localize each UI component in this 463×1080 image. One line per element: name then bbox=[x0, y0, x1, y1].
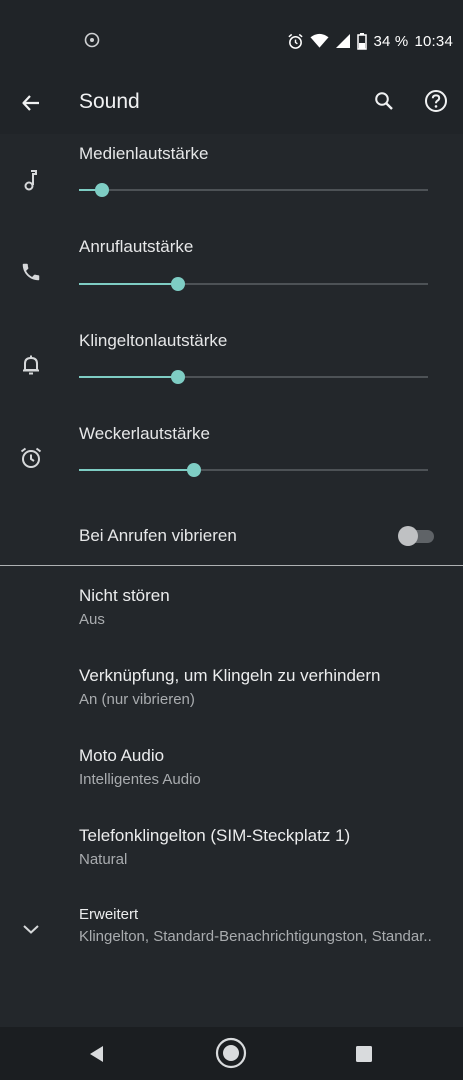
section-divider bbox=[0, 565, 463, 566]
clock: 10:34 bbox=[414, 32, 453, 50]
nav-home-icon[interactable] bbox=[215, 1037, 247, 1069]
alarm-volume-slider[interactable] bbox=[79, 463, 428, 477]
slider-fill bbox=[79, 376, 179, 378]
music-note-icon bbox=[18, 167, 44, 193]
advanced-item[interactable]: Erweitert Klingelton, Standard-Benachric… bbox=[0, 906, 463, 976]
item-title: Moto Audio bbox=[79, 746, 165, 765]
prevent-ringing-shortcut-item[interactable]: Verknüpfung, um Klingeln zu verhindern A… bbox=[0, 666, 463, 736]
item-title: Verknüpfung, um Klingeln zu verhindern bbox=[79, 666, 381, 685]
slider-track bbox=[79, 189, 428, 191]
sync-circle-icon bbox=[84, 32, 100, 48]
slider-thumb[interactable] bbox=[171, 277, 186, 291]
help-icon bbox=[425, 90, 447, 112]
slider-thumb[interactable] bbox=[94, 183, 109, 197]
moto-audio-item[interactable]: Moto Audio Intelligentes Audio bbox=[0, 746, 463, 816]
call-volume-slider[interactable] bbox=[79, 277, 428, 291]
item-subtitle: Intelligentes Audio bbox=[79, 771, 201, 788]
vibrate-on-calls-row[interactable]: Bei Anrufen vibrieren bbox=[0, 510, 463, 562]
help-button[interactable] bbox=[422, 87, 450, 115]
item-title: Nicht stören bbox=[79, 586, 170, 605]
search-icon bbox=[375, 92, 393, 110]
media-volume-slider[interactable] bbox=[79, 183, 428, 197]
vibrate-on-calls-label: Bei Anrufen vibrieren bbox=[79, 526, 237, 545]
sound-settings-screen: 34 % 10:34 Sound Medienlautstärke Anrufl… bbox=[0, 0, 463, 1080]
bell-icon bbox=[18, 352, 44, 378]
alarm-volume-label: Weckerlautstärke bbox=[79, 424, 211, 443]
media-volume-row: Medienlautstärke bbox=[0, 140, 463, 232]
ringtone-volume-row: Klingeltonlautstärke bbox=[0, 327, 463, 419]
nav-back-icon[interactable] bbox=[86, 1043, 108, 1065]
item-subtitle: Klingelton, Standard-Benachrichtigungsto… bbox=[79, 928, 432, 945]
phone-ringtone-item[interactable]: Telefonklingelton (SIM-Steckplatz 1) Nat… bbox=[0, 826, 463, 896]
do-not-disturb-item[interactable]: Nicht stören Aus bbox=[0, 586, 463, 656]
slider-fill bbox=[79, 469, 195, 471]
status-icons: 34 % 10:34 bbox=[287, 31, 453, 51]
call-volume-label: Anruflautstärke bbox=[79, 237, 194, 256]
ringtone-volume-slider[interactable] bbox=[79, 370, 428, 384]
vibrate-on-calls-toggle[interactable] bbox=[398, 525, 434, 547]
item-title: Erweitert bbox=[79, 906, 139, 923]
back-button[interactable] bbox=[16, 88, 46, 118]
search-button[interactable] bbox=[370, 87, 398, 115]
system-navigation-bar bbox=[0, 1027, 463, 1080]
item-subtitle: An (nur vibrieren) bbox=[79, 691, 195, 708]
battery-icon bbox=[357, 32, 368, 50]
slider-thumb[interactable] bbox=[171, 370, 186, 384]
ringtone-volume-label: Klingeltonlautstärke bbox=[79, 331, 228, 350]
toggle-thumb bbox=[398, 526, 418, 546]
wifi-icon bbox=[310, 33, 329, 48]
item-subtitle: Natural bbox=[79, 851, 128, 868]
nav-recents-icon[interactable] bbox=[355, 1045, 373, 1063]
media-volume-label: Medienlautstärke bbox=[79, 144, 209, 163]
cell-signal-icon bbox=[336, 34, 351, 48]
alarm-volume-row: Weckerlautstärke bbox=[0, 421, 463, 513]
status-bar: 34 % 10:34 bbox=[0, 0, 463, 80]
slider-thumb[interactable] bbox=[187, 463, 202, 477]
page-title: Sound bbox=[79, 90, 140, 113]
item-title: Telefonklingelton (SIM-Steckplatz 1) bbox=[79, 826, 351, 845]
chevron-down-icon bbox=[18, 916, 44, 942]
slider-fill bbox=[79, 283, 179, 285]
app-bar: Sound bbox=[0, 80, 463, 134]
item-subtitle: Aus bbox=[79, 611, 105, 628]
alarm-icon bbox=[288, 33, 304, 49]
back-arrow-icon bbox=[22, 95, 39, 111]
call-volume-row: Anruflautstärke bbox=[0, 233, 463, 325]
phone-icon bbox=[18, 259, 44, 285]
battery-percent: 34 % bbox=[373, 32, 409, 50]
alarm-clock-icon bbox=[18, 445, 44, 471]
